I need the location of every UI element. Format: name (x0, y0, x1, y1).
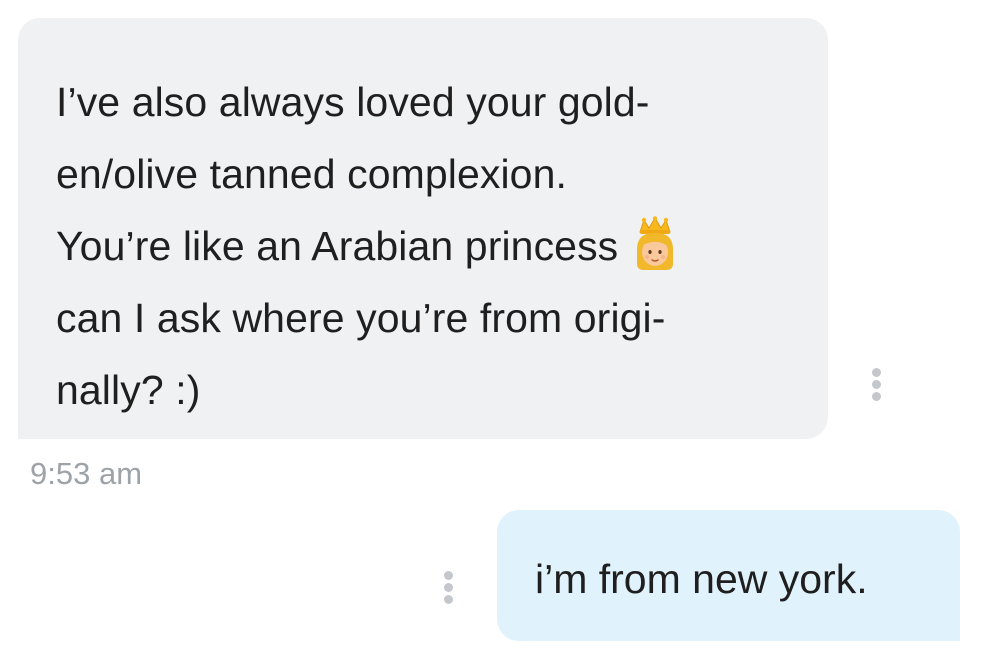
message-timestamp: 9:53 am (30, 456, 143, 491)
dot (443, 571, 453, 580)
dot (443, 595, 453, 604)
dot (871, 392, 881, 401)
message-line-with-emoji: You’re like an Arabian princess (56, 210, 828, 282)
outgoing-message-bubble[interactable]: i’m from new york. (497, 510, 960, 641)
more-vertical-icon[interactable] (869, 368, 883, 408)
message-line: nally? :) (56, 367, 201, 413)
princess-icon (637, 216, 674, 270)
chat-screen: I’ve also always loved your gold- en/oli… (0, 0, 1007, 658)
message-line: can I ask where you’re from origi- (56, 295, 666, 341)
dot (871, 380, 881, 389)
dot (871, 368, 881, 377)
dot (443, 583, 453, 592)
message-line: I’ve also always loved your gold- (56, 79, 650, 125)
message-line-text: You’re like an Arabian princess (56, 223, 619, 269)
more-vertical-icon[interactable] (441, 571, 455, 611)
outgoing-message-text: i’m from new york. (535, 556, 868, 602)
message-line: en/olive tanned complexion. (56, 151, 567, 197)
incoming-message-bubble[interactable]: I’ve also always loved your gold- en/oli… (18, 18, 828, 439)
